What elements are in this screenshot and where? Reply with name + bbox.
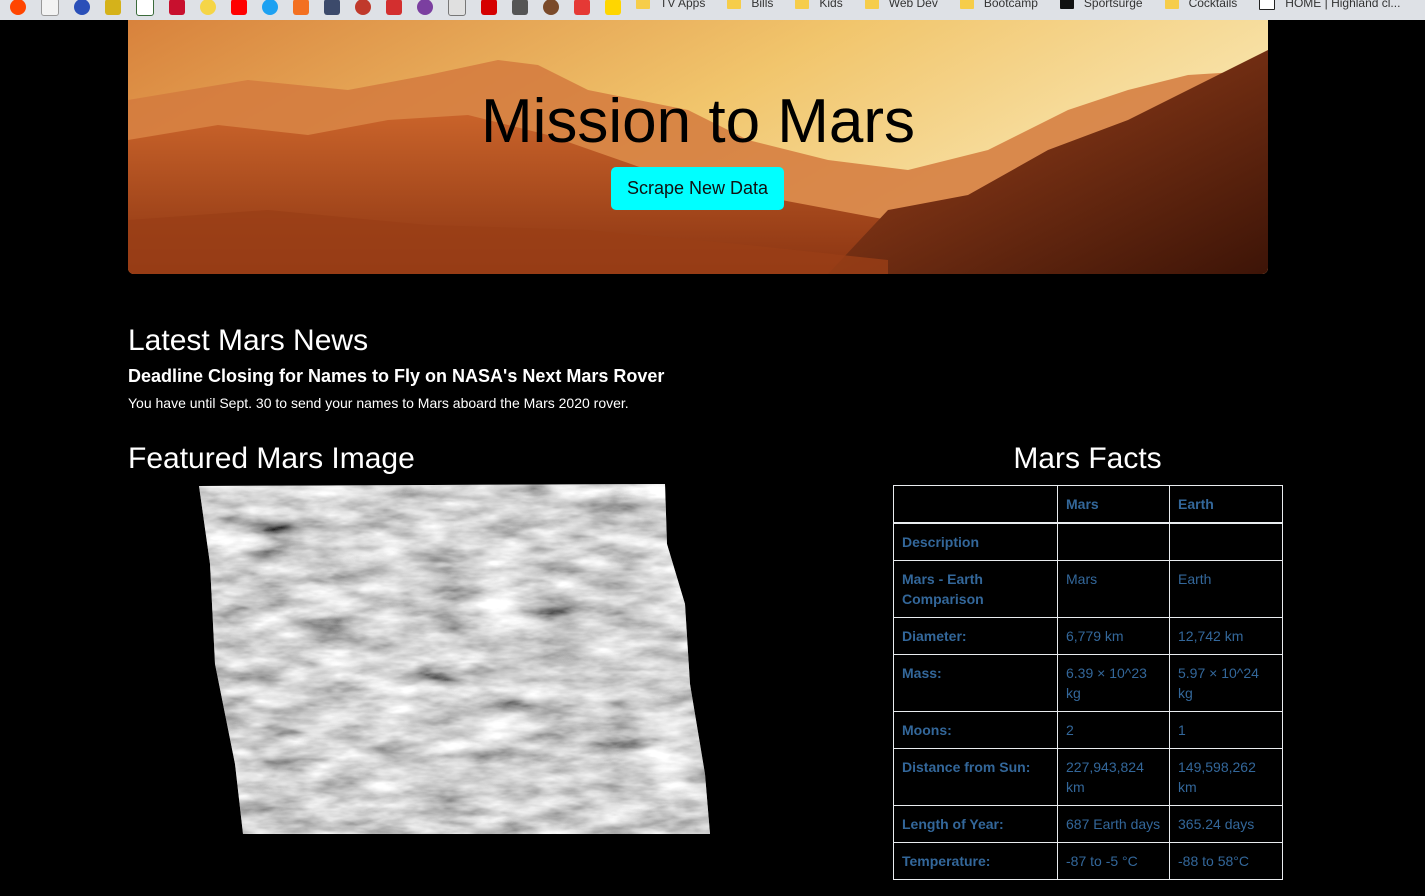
peace-icon[interactable] (417, 0, 433, 15)
column-header-earth: Earth (1169, 485, 1283, 524)
table-row: Moons: 2 1 (893, 711, 1283, 749)
table-row: Temperature: -87 to -5 °C -88 to 58°C (893, 842, 1283, 880)
amazon-icon[interactable] (41, 0, 59, 16)
bookmark-folder-cocktails[interactable]: Cocktails (1164, 0, 1237, 13)
bookmarks-bar: TV Apps Bills Kids Web Dev Bootcamp Spor… (0, 0, 1425, 20)
news-paragraph: You have until Sept. 30 to send your nam… (128, 395, 629, 411)
bookmark-icon-13[interactable] (386, 0, 402, 15)
jumbotron: Mission to Mars Scrape New Data (128, 20, 1268, 274)
bookmark-icon-11[interactable] (324, 0, 340, 15)
mars-value: 2 (1057, 711, 1170, 749)
bookmark-folder-kids[interactable]: Kids (795, 0, 843, 13)
table-row: Distance from Sun: 227,943,824 km 149,59… (893, 748, 1283, 806)
row-label: Length of Year: (893, 805, 1058, 843)
mars-value: 227,943,824 km (1057, 748, 1170, 806)
earth-value: 5.97 × 10^24 kg (1169, 654, 1283, 712)
table-row: Length of Year: 687 Earth days 365.24 da… (893, 805, 1283, 843)
earth-value (1169, 522, 1283, 561)
folder-icon (1164, 0, 1179, 9)
bookmark-icon-7[interactable] (200, 0, 216, 15)
scrape-new-data-button[interactable]: Scrape New Data (611, 167, 784, 210)
mars-value: 6.39 × 10^23 kg (1057, 654, 1170, 712)
reddit-icon[interactable] (10, 0, 26, 15)
table-row: Mars - Earth Comparison Mars Earth (893, 560, 1283, 618)
folder-icon (636, 0, 650, 9)
facts-heading: Mars Facts (1013, 442, 1162, 475)
earth-value: 12,742 km (1169, 617, 1283, 655)
page-title: Mission to Mars (480, 87, 916, 156)
earth-value: 149,598,262 km (1169, 748, 1283, 806)
snowflake-icon[interactable] (74, 0, 90, 15)
bookmark-sportsurge[interactable]: Sportsurge (1059, 0, 1143, 13)
mars-value: 6,779 km (1057, 617, 1170, 655)
mars-value: 687 Earth days (1057, 805, 1170, 843)
row-label: Mass: (893, 654, 1058, 712)
bookmark-icon-19[interactable] (574, 0, 590, 15)
featured-mars-image[interactable] (195, 484, 715, 836)
earth-value: 365.24 days (1169, 805, 1283, 843)
row-label: Distance from Sun: (893, 748, 1058, 806)
bookmark-icon-18[interactable] (543, 0, 559, 15)
bookmark-folder-bills[interactable]: Bills (727, 0, 773, 13)
row-label: Temperature: (893, 842, 1058, 880)
row-label: Description (893, 522, 1058, 561)
bookmark-highland[interactable]: HOME | Highland cl... (1259, 0, 1400, 13)
news-title: Deadline Closing for Names to Fly on NAS… (128, 366, 665, 386)
folder-icon (795, 0, 810, 9)
row-label: Moons: (893, 711, 1058, 749)
wix-icon (1259, 0, 1276, 10)
bookmark-icon-15[interactable] (448, 0, 466, 16)
row-label: Diameter: (893, 617, 1058, 655)
bookmark-icon-5[interactable] (136, 0, 154, 16)
bookmark-folder-web-dev[interactable]: Web Dev (864, 0, 938, 13)
youtube-icon[interactable] (231, 0, 247, 15)
bookmark-icon-20[interactable] (605, 0, 621, 15)
table-row: Diameter: 6,779 km 12,742 km (893, 617, 1283, 655)
featured-image-heading: Featured Mars Image (128, 442, 415, 475)
sportsurge-icon (1059, 0, 1074, 9)
news-heading: Latest Mars News (128, 324, 369, 357)
bookmark-folder-tv-apps[interactable]: TV Apps (636, 0, 705, 13)
folder-icon (864, 0, 879, 9)
twitter-icon[interactable] (262, 0, 278, 15)
row-label: Mars - Earth Comparison (893, 560, 1058, 618)
column-header-blank (893, 485, 1058, 524)
bookmark-icon-16[interactable] (481, 0, 497, 15)
earth-value: Earth (1169, 560, 1283, 618)
mars-value (1057, 522, 1170, 561)
bookmark-icon-17[interactable] (512, 0, 528, 15)
mars-value: Mars (1057, 560, 1170, 618)
folder-icon (959, 0, 974, 9)
folder-icon (727, 0, 742, 9)
column-header-mars: Mars (1057, 485, 1170, 524)
earth-value: 1 (1169, 711, 1283, 749)
earth-value: -88 to 58°C (1169, 842, 1283, 880)
table-row: Description (893, 522, 1283, 561)
table-row: Mass: 6.39 × 10^23 kg 5.97 × 10^24 kg (893, 654, 1283, 712)
table-header-row: Mars Earth (893, 485, 1283, 524)
bookmark-icon-10[interactable] (293, 0, 309, 15)
mars-facts-table: Mars Earth Description Mars - Earth Comp… (893, 485, 1283, 880)
bookmark-icon-4[interactable] (105, 0, 121, 15)
nfl-icon[interactable] (169, 0, 185, 15)
mars-value: -87 to -5 °C (1057, 842, 1170, 880)
bookmark-icon-12[interactable] (355, 0, 371, 15)
bookmark-folder-bootcamp[interactable]: Bootcamp (959, 0, 1038, 13)
